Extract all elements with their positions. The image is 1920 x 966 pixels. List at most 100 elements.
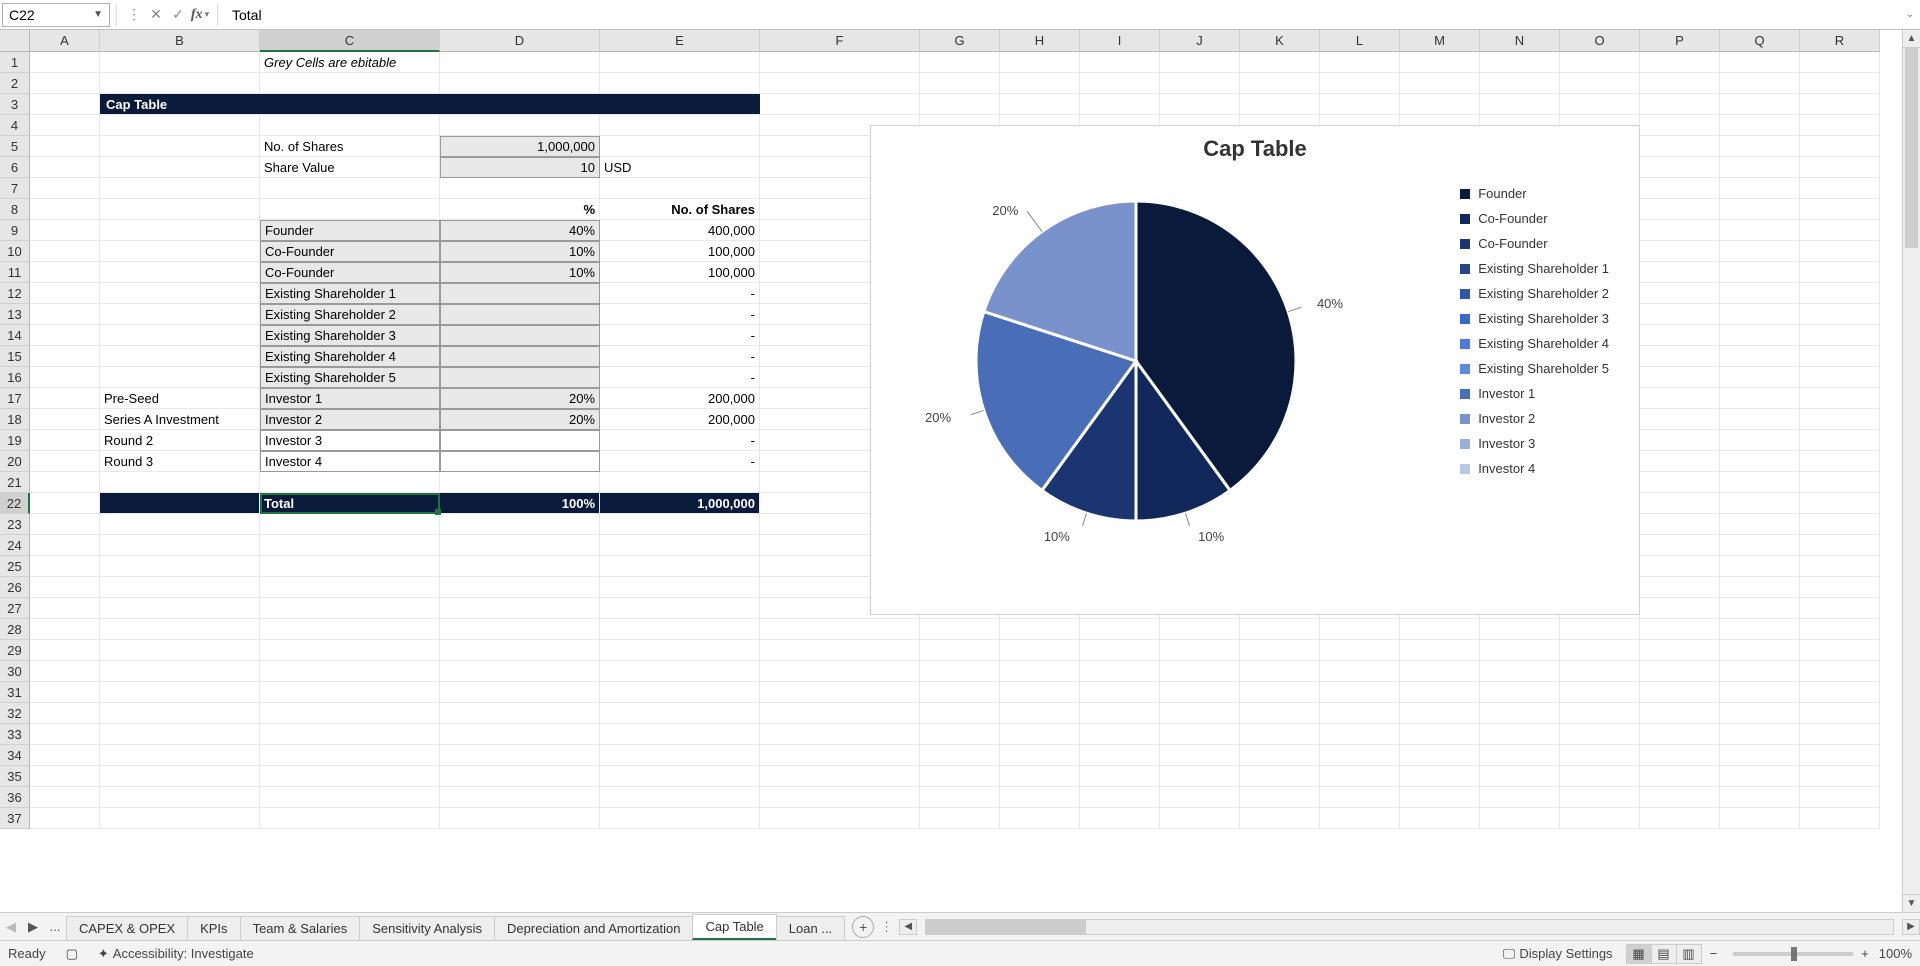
cell[interactable]: [100, 52, 260, 73]
row-header[interactable]: 32: [0, 703, 30, 724]
cell[interactable]: [30, 661, 100, 682]
cell[interactable]: [260, 514, 440, 535]
cell[interactable]: [920, 682, 1000, 703]
cell[interactable]: [1160, 703, 1240, 724]
cell[interactable]: [600, 514, 760, 535]
row-header[interactable]: 11: [0, 262, 30, 283]
cell[interactable]: [1080, 724, 1160, 745]
cell[interactable]: [1640, 724, 1720, 745]
cell[interactable]: [920, 73, 1000, 94]
cell[interactable]: [30, 409, 100, 430]
cell[interactable]: [100, 619, 260, 640]
vertical-scrollbar[interactable]: ▲ ▼: [1902, 30, 1920, 912]
cell[interactable]: [440, 535, 600, 556]
cell[interactable]: [1160, 745, 1240, 766]
cell[interactable]: [1080, 808, 1160, 829]
cell[interactable]: [1480, 787, 1560, 808]
cell[interactable]: 10%: [440, 241, 600, 262]
sheet-tab[interactable]: Sensitivity Analysis: [359, 916, 495, 940]
row-header[interactable]: 17: [0, 388, 30, 409]
cell[interactable]: [920, 661, 1000, 682]
cell[interactable]: [1160, 661, 1240, 682]
cell[interactable]: [1800, 52, 1880, 73]
cell[interactable]: [1000, 661, 1080, 682]
cell[interactable]: [920, 52, 1000, 73]
cell[interactable]: [920, 766, 1000, 787]
row-header[interactable]: 21: [0, 472, 30, 493]
cell[interactable]: [1800, 220, 1880, 241]
cell[interactable]: [1800, 619, 1880, 640]
cell[interactable]: [100, 598, 260, 619]
cell[interactable]: [1240, 640, 1320, 661]
row-header[interactable]: 4: [0, 115, 30, 136]
cell[interactable]: [600, 73, 760, 94]
accessibility-status[interactable]: ✦ Accessibility: Investigate: [98, 946, 254, 962]
cell[interactable]: [440, 472, 600, 493]
name-box-dropdown-icon[interactable]: ▼: [93, 9, 103, 20]
cell[interactable]: [1720, 724, 1800, 745]
cell[interactable]: [760, 94, 920, 115]
cell[interactable]: [1080, 619, 1160, 640]
cell[interactable]: [1000, 745, 1080, 766]
cell[interactable]: 20%: [440, 409, 600, 430]
row-header[interactable]: 12: [0, 283, 30, 304]
select-all-corner[interactable]: [0, 30, 30, 52]
cell[interactable]: [30, 577, 100, 598]
cell[interactable]: [1800, 472, 1880, 493]
cell[interactable]: [1640, 262, 1720, 283]
cell[interactable]: [1000, 73, 1080, 94]
cell[interactable]: No. of Shares: [600, 199, 760, 220]
cell[interactable]: [1640, 115, 1720, 136]
cell[interactable]: [440, 619, 600, 640]
cell[interactable]: Investor 1: [260, 388, 440, 409]
cell[interactable]: Existing Shareholder 4: [260, 346, 440, 367]
cell[interactable]: [260, 661, 440, 682]
row-header[interactable]: 15: [0, 346, 30, 367]
cell[interactable]: [440, 745, 600, 766]
cell[interactable]: [1640, 535, 1720, 556]
cell[interactable]: [1320, 724, 1400, 745]
cell[interactable]: [1640, 409, 1720, 430]
cell[interactable]: [760, 766, 920, 787]
cell[interactable]: [1800, 640, 1880, 661]
cell[interactable]: No. of Shares: [260, 136, 440, 157]
cell[interactable]: [1720, 745, 1800, 766]
cell[interactable]: [100, 367, 260, 388]
cell[interactable]: [260, 199, 440, 220]
row-header[interactable]: 37: [0, 808, 30, 829]
cell[interactable]: [1320, 766, 1400, 787]
cell[interactable]: [260, 94, 440, 115]
cell[interactable]: [1800, 262, 1880, 283]
cell[interactable]: [100, 157, 260, 178]
cell[interactable]: [100, 262, 260, 283]
chart-cap-table[interactable]: Cap Table 40%10%10%20%20% FounderCo-Foun…: [870, 125, 1640, 615]
cell[interactable]: [1640, 304, 1720, 325]
cell[interactable]: [260, 472, 440, 493]
cell[interactable]: [1000, 682, 1080, 703]
cell[interactable]: [30, 535, 100, 556]
cell[interactable]: [440, 430, 600, 451]
cell[interactable]: [30, 703, 100, 724]
cell[interactable]: [1720, 283, 1800, 304]
cell[interactable]: [1080, 682, 1160, 703]
cell[interactable]: [1640, 472, 1720, 493]
cell[interactable]: [1000, 52, 1080, 73]
cell[interactable]: [1720, 367, 1800, 388]
cell[interactable]: [1320, 703, 1400, 724]
cell[interactable]: [1800, 241, 1880, 262]
cell[interactable]: [100, 661, 260, 682]
cell[interactable]: [600, 619, 760, 640]
cell[interactable]: [1800, 514, 1880, 535]
cell[interactable]: 1,000,000: [600, 493, 760, 514]
cell[interactable]: [1640, 283, 1720, 304]
cell[interactable]: [1000, 94, 1080, 115]
row-header[interactable]: 29: [0, 640, 30, 661]
cell[interactable]: [1160, 94, 1240, 115]
cell[interactable]: [1640, 682, 1720, 703]
cell[interactable]: [1240, 745, 1320, 766]
cell[interactable]: [1320, 808, 1400, 829]
cell[interactable]: [30, 325, 100, 346]
cell[interactable]: [100, 724, 260, 745]
column-header[interactable]: N: [1480, 30, 1560, 52]
cell[interactable]: -: [600, 283, 760, 304]
